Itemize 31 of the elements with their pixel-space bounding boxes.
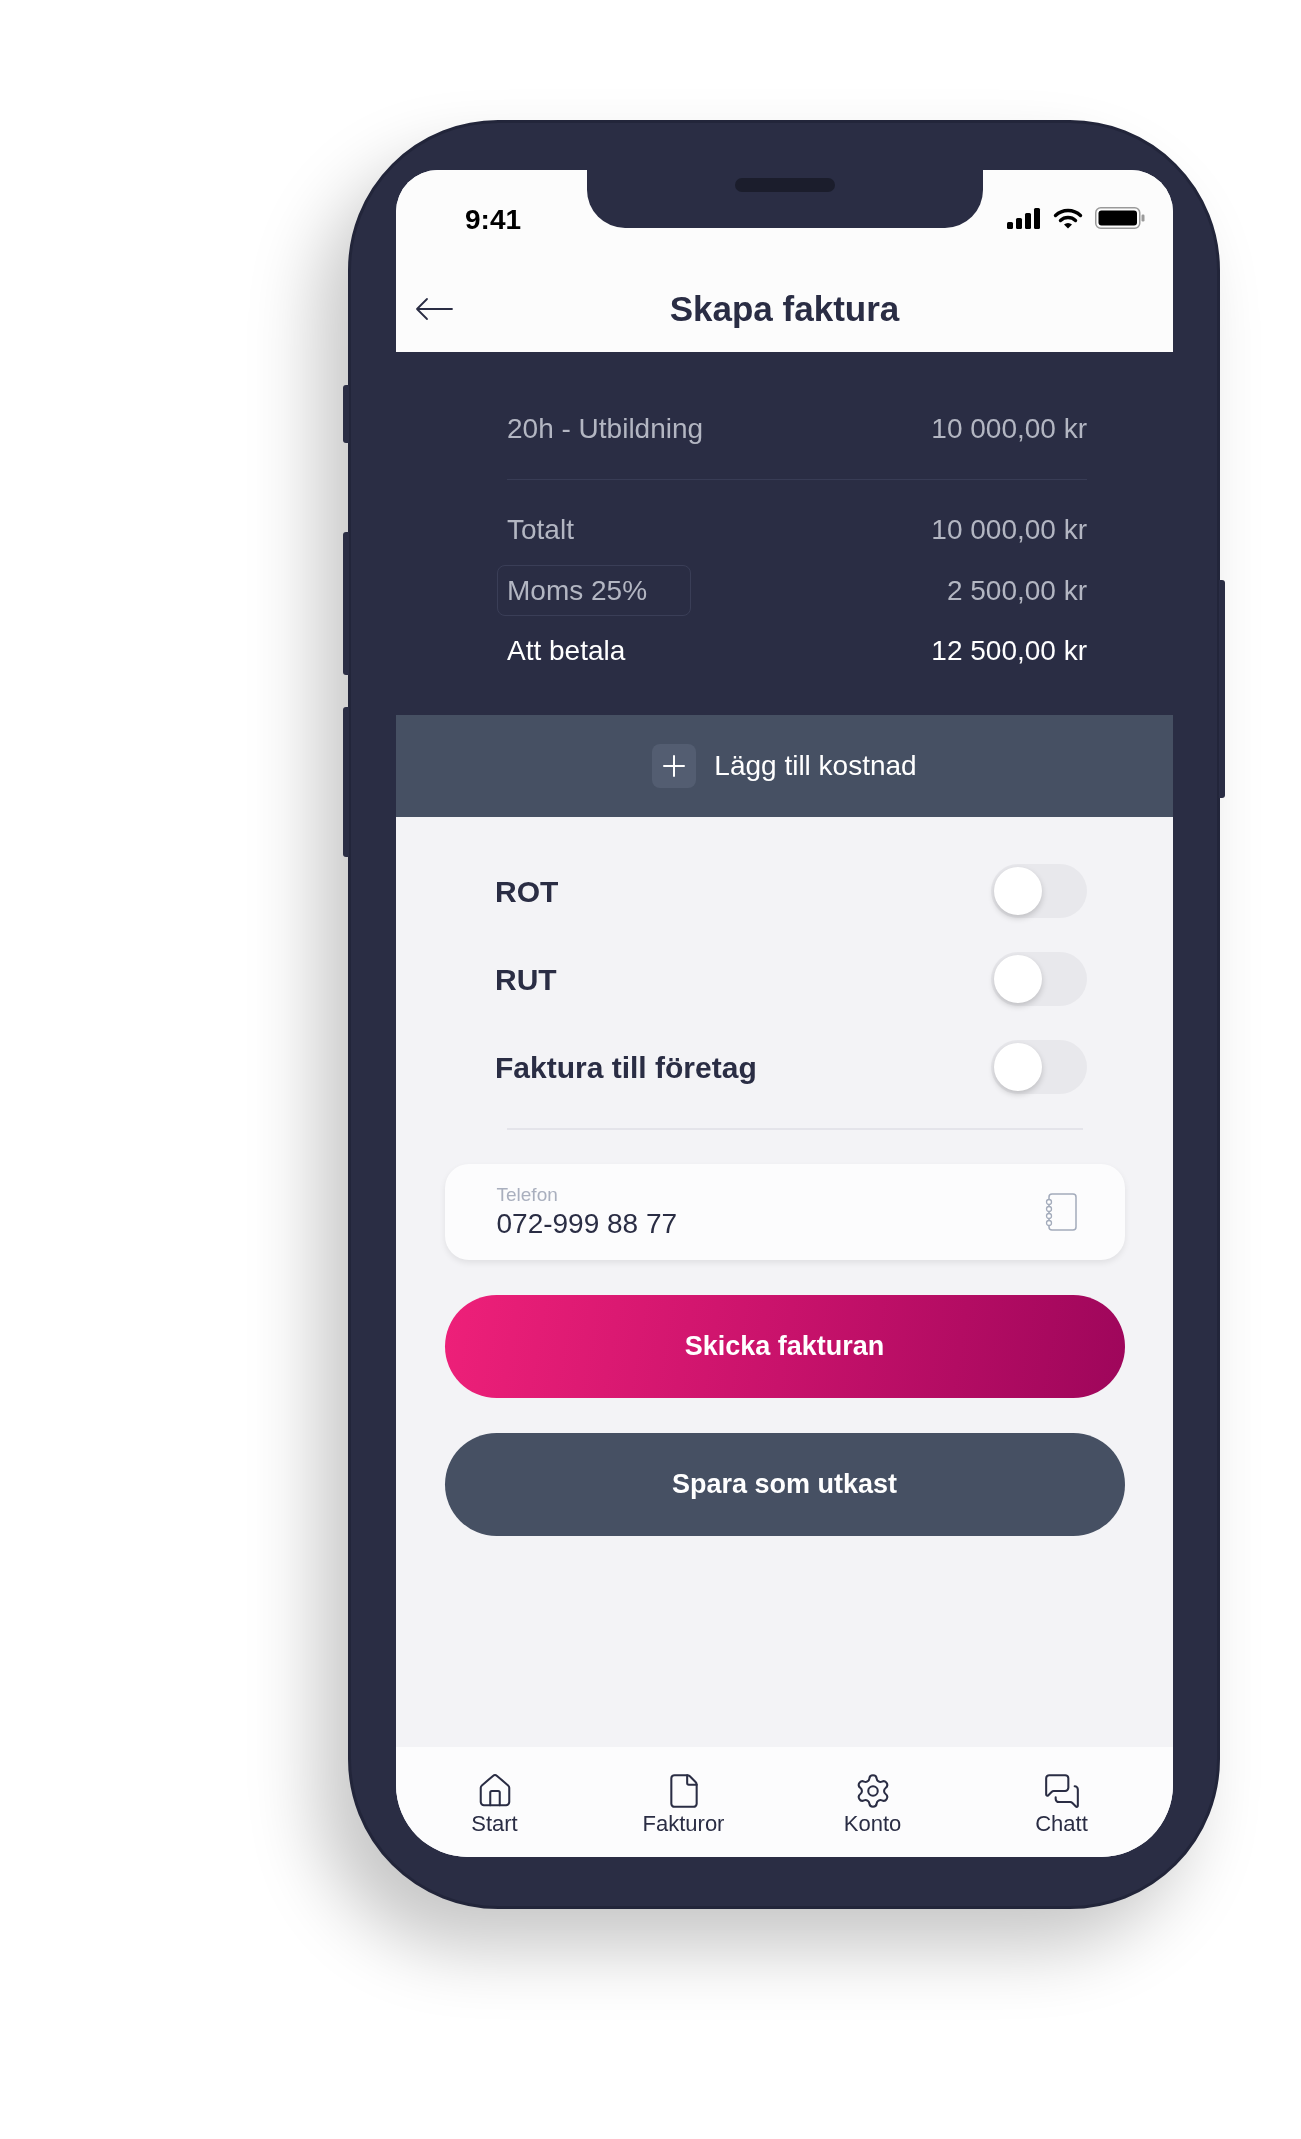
screen-title: Skapa faktura (669, 287, 900, 330)
summary-label: Att betala (507, 634, 626, 668)
send-invoice-button[interactable]: Skicka fakturan (444, 1295, 1125, 1398)
toggle-label: Faktura till företag (495, 1049, 757, 1086)
add-cost-button[interactable]: Lägg till kostnad (396, 715, 1173, 817)
toggle-switch[interactable] (991, 1040, 1087, 1094)
line-item-label: 20h - Utbildning (507, 412, 704, 446)
summary-amount: 10 000,00 kr (931, 513, 1087, 547)
summary-amount: 12 500,00 kr (931, 634, 1087, 668)
toggle-switch[interactable] (991, 864, 1087, 918)
vat-rate-selector[interactable]: Moms 25% (497, 565, 691, 616)
back-arrow-icon[interactable] (415, 296, 453, 321)
nav-item[interactable]: Konto (778, 1772, 967, 1857)
summary-amount: 2 500,00 kr (946, 573, 1087, 608)
nav-item[interactable]: Fakturor (589, 1772, 778, 1857)
status-time: 9:41 (465, 203, 522, 237)
toggle-switch[interactable] (991, 952, 1087, 1006)
signal-icon (1007, 207, 1041, 229)
summary-label: Totalt (507, 513, 574, 547)
save-draft-button[interactable]: Spara som utkast (444, 1433, 1125, 1536)
battery-icon (1095, 207, 1145, 229)
chat-icon (1042, 1772, 1081, 1810)
line-item-amount: 10 000,00 kr (931, 412, 1087, 446)
phone-field[interactable]: Telefon 072-999 88 77 (444, 1164, 1125, 1260)
nav-item[interactable]: Start (400, 1772, 589, 1857)
nav-item[interactable]: Chatt (967, 1772, 1156, 1857)
toggle-label: ROT (495, 873, 559, 910)
notebook-icon[interactable] (1044, 1193, 1077, 1231)
plus-icon (652, 744, 697, 788)
toggle-label: RUT (495, 961, 557, 998)
wifi-icon (1053, 207, 1083, 229)
